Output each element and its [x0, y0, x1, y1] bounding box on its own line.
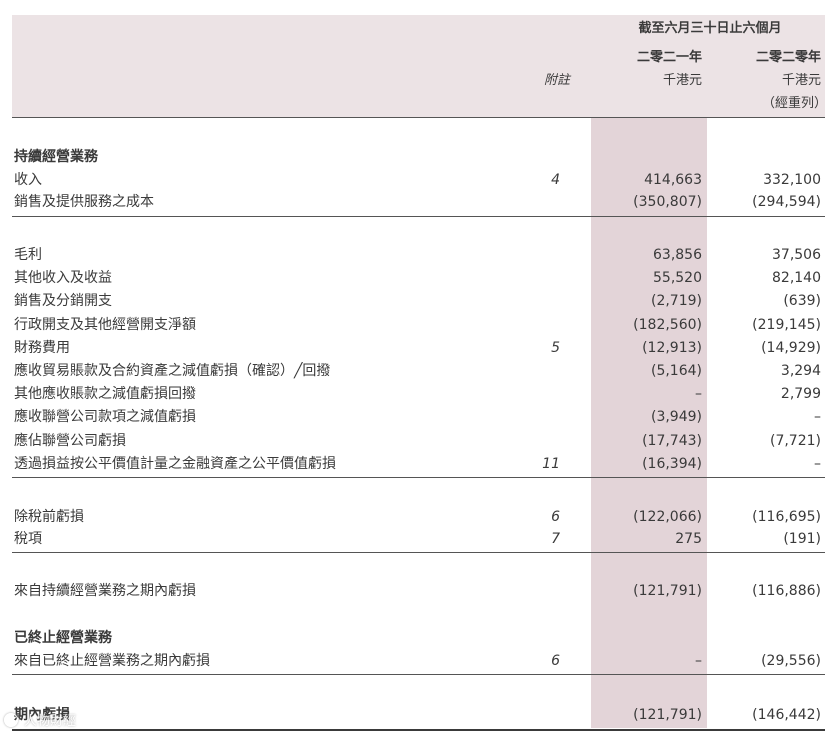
col1-year: 二零二一年	[636, 50, 702, 65]
income-statement: 截至六月三十日止六個月 二零二一年 二零二零年 附註 千港元 千港元 （經重列）…	[0, 0, 837, 738]
rule-4	[12, 674, 825, 675]
col2-unit: 千港元	[781, 73, 821, 88]
rule-2	[12, 477, 825, 478]
period-heading: 截至六月三十日止六個月	[638, 21, 782, 36]
col2-year: 二零二零年	[755, 50, 821, 65]
watermark-logo-icon	[4, 713, 18, 727]
note-heading: 附註	[543, 73, 570, 88]
watermark: 人物財經	[4, 710, 76, 729]
rule-1	[12, 216, 825, 217]
total-rule	[12, 729, 825, 731]
section-continuing: 持續經營業務	[14, 149, 98, 165]
col1-unit: 千港元	[662, 73, 702, 88]
section-discontinued: 已終止經營業務	[14, 630, 112, 646]
rule-3	[12, 552, 825, 553]
header-rule	[12, 117, 825, 118]
col2-restated: （經重列）	[761, 96, 827, 111]
